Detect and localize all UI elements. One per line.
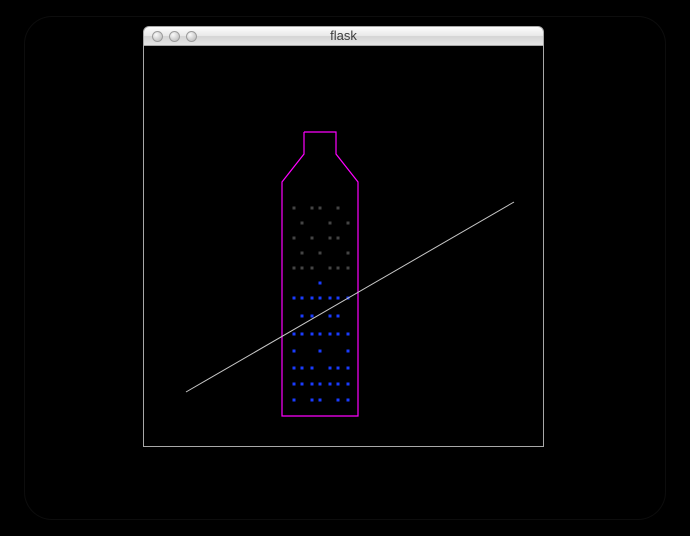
particle-dot — [293, 297, 296, 300]
particle-dot — [293, 267, 296, 270]
bottle-outline — [282, 132, 358, 416]
particle-dot — [337, 399, 340, 402]
particle-dot — [329, 315, 332, 318]
particle-dot — [319, 333, 322, 336]
zoom-button[interactable] — [186, 31, 197, 42]
particle-dot — [293, 383, 296, 386]
particle-dot — [347, 399, 350, 402]
particle-dot — [301, 315, 304, 318]
particle-dot — [311, 399, 314, 402]
particle-dot — [337, 383, 340, 386]
particle-dot — [347, 383, 350, 386]
particle-dot — [311, 333, 314, 336]
particle-dot — [293, 399, 296, 402]
particle-dot — [329, 367, 332, 370]
particle-dot — [301, 333, 304, 336]
particle-dot — [347, 252, 350, 255]
particle-dot — [311, 367, 314, 370]
particle-dot — [311, 237, 314, 240]
particle-dot — [293, 333, 296, 336]
particle-dot — [311, 207, 314, 210]
close-button[interactable] — [152, 31, 163, 42]
particle-dot — [347, 350, 350, 353]
particle-dot — [301, 383, 304, 386]
simulation-canvas — [144, 46, 543, 445]
particle-dot — [319, 399, 322, 402]
window-title: flask — [144, 27, 543, 45]
particle-dot — [337, 367, 340, 370]
particle-dot — [301, 297, 304, 300]
particle-dot — [301, 267, 304, 270]
particle-dot — [329, 222, 332, 225]
tilt-line — [186, 202, 514, 392]
particle-dot — [337, 333, 340, 336]
particle-dot — [329, 237, 332, 240]
particle-dot — [319, 252, 322, 255]
particle-dots — [293, 207, 350, 402]
particle-dot — [329, 267, 332, 270]
particle-dot — [319, 207, 322, 210]
particle-dot — [319, 297, 322, 300]
particle-dot — [311, 383, 314, 386]
particle-dot — [329, 383, 332, 386]
particle-dot — [337, 267, 340, 270]
particle-dot — [347, 222, 350, 225]
particle-dot — [347, 267, 350, 270]
particle-dot — [301, 252, 304, 255]
particle-dot — [329, 333, 332, 336]
window-controls — [152, 31, 197, 42]
particle-dot — [337, 207, 340, 210]
particle-dot — [337, 315, 340, 318]
particle-dot — [347, 333, 350, 336]
particle-dot — [311, 267, 314, 270]
particle-dot — [311, 297, 314, 300]
app-frame: flask — [24, 16, 666, 520]
particle-dot — [301, 367, 304, 370]
particle-dot — [337, 297, 340, 300]
particle-dot — [293, 350, 296, 353]
particle-dot — [293, 367, 296, 370]
particle-dot — [301, 222, 304, 225]
particle-dot — [319, 282, 322, 285]
window-titlebar[interactable]: flask — [143, 26, 544, 46]
particle-dot — [319, 350, 322, 353]
particle-dot — [293, 207, 296, 210]
particle-dot — [311, 315, 314, 318]
minimize-button[interactable] — [169, 31, 180, 42]
particle-dot — [329, 297, 332, 300]
particle-dot — [337, 237, 340, 240]
particle-dot — [319, 383, 322, 386]
particle-dot — [293, 237, 296, 240]
canvas-area — [143, 46, 544, 447]
particle-dot — [347, 367, 350, 370]
